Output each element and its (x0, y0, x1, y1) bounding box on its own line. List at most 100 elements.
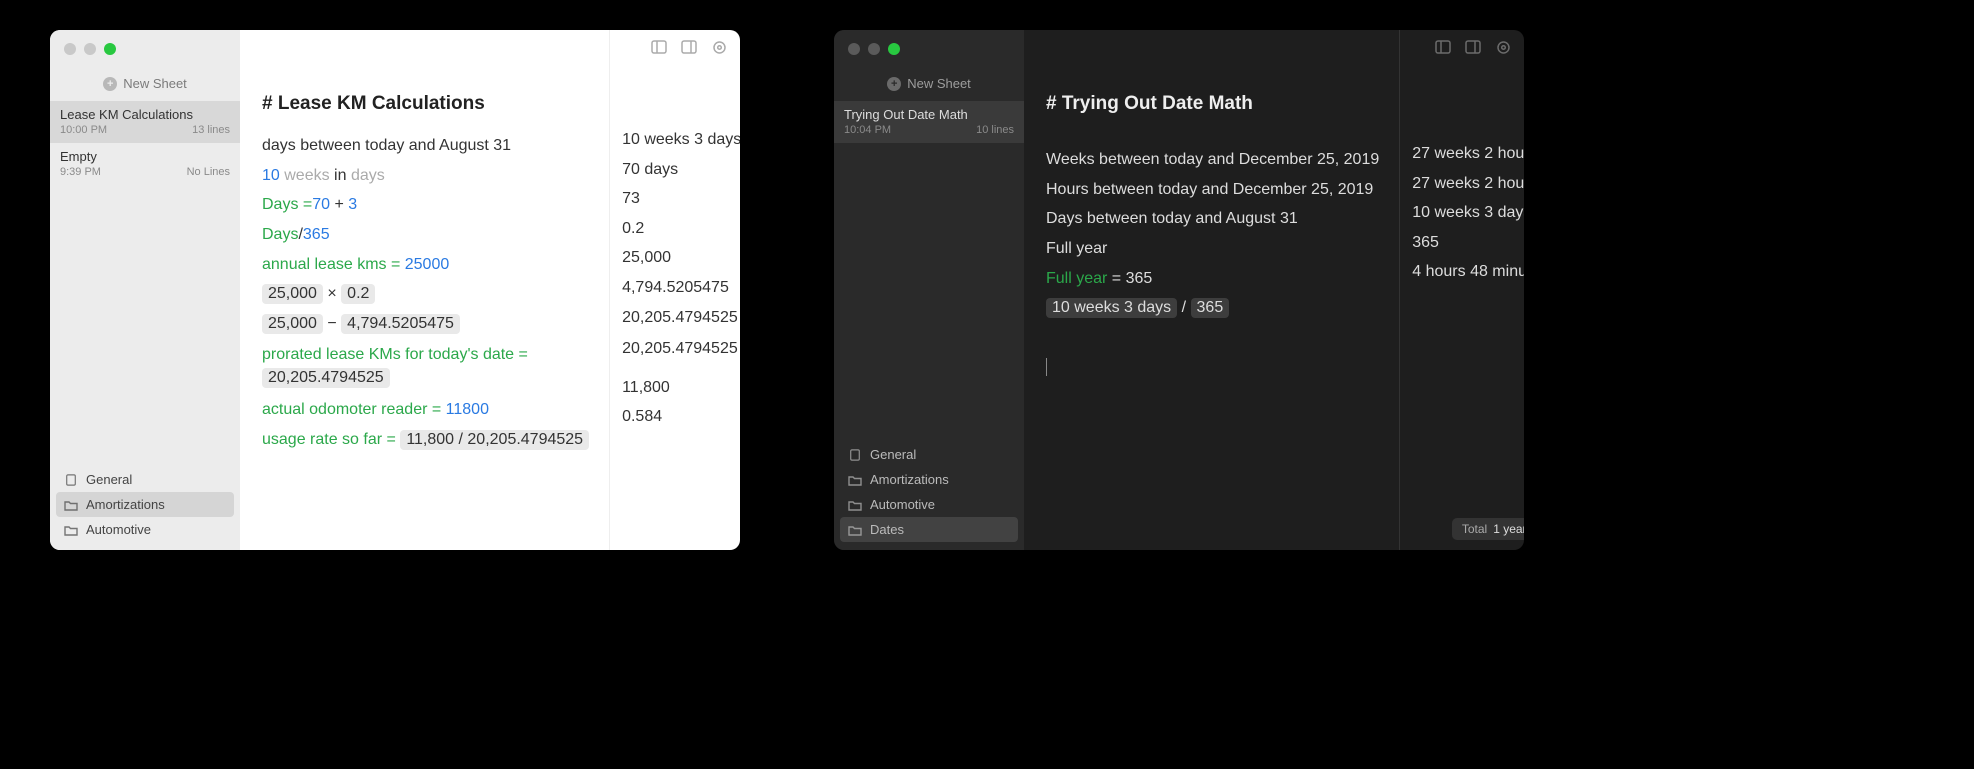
editor-line: usage rate so far = 11,800 / 20,205.4794… (262, 425, 589, 455)
main: # Lease KM Calculations days between tod… (240, 30, 740, 550)
layers-icon[interactable] (1462, 38, 1484, 56)
result-value[interactable]: 11,800 (622, 373, 740, 403)
editor-line: actual odomoter reader = 11800 (262, 395, 589, 425)
result-value[interactable]: 20,205.4794525 (622, 303, 740, 333)
editor-line: 25,000 − 4,794.5205475 (262, 309, 589, 339)
gear-icon[interactable] (708, 38, 730, 56)
gear-icon[interactable] (1492, 38, 1514, 56)
sheet-lines: No Lines (187, 166, 230, 178)
panel-toggle-icon[interactable] (648, 38, 670, 56)
editor-line: annual lease kms = 25000 (262, 250, 589, 280)
editor-line: 25,000 × 0.2 (262, 279, 589, 309)
maximize-icon[interactable] (888, 43, 900, 55)
minimize-icon[interactable] (84, 43, 96, 55)
panel-toggle-icon[interactable] (1432, 38, 1454, 56)
editor-line: Full year (1046, 240, 1107, 257)
folders-list: General Amortizations Automotive Dates (834, 438, 1024, 550)
editor-line: Days between today and August 31 (1046, 210, 1298, 227)
result-value[interactable]: 27 weeks 2 hours (1412, 139, 1524, 169)
result-value[interactable]: 4,794.5205475 (622, 273, 740, 303)
result-value[interactable]: 10 weeks 3 days (1412, 198, 1524, 228)
editor[interactable]: # Trying Out Date Math Weeks between tod… (1024, 30, 1399, 550)
sheet-item[interactable]: Empty 9:39 PM No Lines (50, 143, 240, 185)
folder-general[interactable]: General (840, 442, 1018, 467)
sheet-time: 10:00 PM (60, 124, 107, 136)
sheets-list: Trying Out Date Math 10:04 PM 10 lines (834, 101, 1024, 143)
plus-icon: + (103, 77, 117, 91)
toolbar-right (1432, 38, 1514, 56)
close-icon[interactable] (848, 43, 860, 55)
window-dark: + New Sheet Trying Out Date Math 10:04 P… (834, 30, 1524, 550)
sheet-title: Trying Out Date Math (844, 107, 1014, 122)
editor[interactable]: # Lease KM Calculations days between tod… (240, 30, 609, 550)
main: # Trying Out Date Math Weeks between tod… (1024, 30, 1524, 550)
doc-icon (64, 474, 78, 486)
folder-label: Amortizations (870, 472, 949, 487)
result-value[interactable]: 0.584 (622, 402, 740, 432)
sheet-lines: 13 lines (192, 124, 230, 136)
result-value[interactable]: 73 (622, 184, 740, 214)
result-value[interactable]: 25,000 (622, 243, 740, 273)
toolbar-right (648, 38, 730, 56)
total-label: Total (1462, 522, 1487, 536)
total-box[interactable]: Total 1 year 12 w… (1452, 518, 1524, 540)
folder-amortizations[interactable]: Amortizations (840, 467, 1018, 492)
editor-line: prorated lease KMs for today's date = 20… (262, 344, 589, 389)
close-icon[interactable] (64, 43, 76, 55)
page-title: # Trying Out Date Math (1046, 86, 1379, 121)
maximize-icon[interactable] (104, 43, 116, 55)
results-column: 27 weeks 2 hours 27 weeks 2 hours 10 wee… (1399, 30, 1524, 550)
result-value[interactable]: 27 weeks 2 hours (1412, 169, 1524, 199)
folder-automotive[interactable]: Automotive (840, 492, 1018, 517)
titlebar (834, 30, 1524, 68)
folder-automotive[interactable]: Automotive (56, 517, 234, 542)
result-value[interactable]: 4 hours 48 minutes (1412, 257, 1524, 287)
new-sheet-label: New Sheet (907, 76, 971, 91)
plus-icon: + (887, 77, 901, 91)
layers-icon[interactable] (678, 38, 700, 56)
folder-label: Automotive (870, 497, 935, 512)
sheet-title: Lease KM Calculations (60, 107, 230, 122)
folder-label: Amortizations (86, 497, 165, 512)
new-sheet-label: New Sheet (123, 76, 187, 91)
folder-general[interactable]: General (56, 467, 234, 492)
folder-icon (848, 474, 862, 486)
folder-amortizations[interactable]: Amortizations (56, 492, 234, 517)
sheets-list: Lease KM Calculations 10:00 PM 13 lines E… (50, 101, 240, 185)
sidebar: + New Sheet Trying Out Date Math 10:04 P… (834, 30, 1024, 550)
editor-line: 10 weeks 3 days / 365 (1046, 293, 1379, 323)
sheet-item[interactable]: Trying Out Date Math 10:04 PM 10 lines (834, 101, 1024, 143)
result-value[interactable]: 10 weeks 3 days (622, 125, 740, 155)
text-cursor (1046, 358, 1047, 376)
new-sheet-button[interactable]: + New Sheet (50, 68, 240, 101)
folder-label: General (86, 472, 132, 487)
doc-icon (848, 449, 862, 461)
result-value[interactable]: 365 (1412, 228, 1524, 258)
minimize-icon[interactable] (868, 43, 880, 55)
sidebar: + New Sheet Lease KM Calculations 10:00 … (50, 30, 240, 550)
result-value[interactable]: 0.2 (622, 214, 740, 244)
folder-icon (848, 524, 862, 536)
sheet-time: 9:39 PM (60, 166, 101, 178)
new-sheet-button[interactable]: + New Sheet (834, 68, 1024, 101)
folder-label: General (870, 447, 916, 462)
result-value[interactable]: 20,205.4794525 (622, 332, 740, 372)
editor-line: Weeks between today and December 25, 201… (1046, 151, 1379, 168)
folder-label: Automotive (86, 522, 151, 537)
folders-list: General Amortizations Automotive (50, 463, 240, 550)
editor-line: Days =70 + 3 (262, 190, 589, 220)
sheet-title: Empty (60, 149, 230, 164)
titlebar (50, 30, 740, 68)
sheet-item[interactable]: Lease KM Calculations 10:00 PM 13 lines (50, 101, 240, 143)
folder-icon (848, 499, 862, 511)
page-title: # Lease KM Calculations (262, 86, 589, 121)
editor-line: 10 weeks in days (262, 161, 589, 191)
folder-dates[interactable]: Dates (840, 517, 1018, 542)
sheet-time: 10:04 PM (844, 124, 891, 136)
result-value[interactable]: 70 days (622, 155, 740, 185)
editor-line: Full year = 365 (1046, 264, 1379, 294)
sheet-lines: 10 lines (976, 124, 1014, 136)
editor-line: Days/365 (262, 220, 589, 250)
total-value: 1 year 12 w… (1493, 522, 1524, 536)
folder-icon (64, 499, 78, 511)
